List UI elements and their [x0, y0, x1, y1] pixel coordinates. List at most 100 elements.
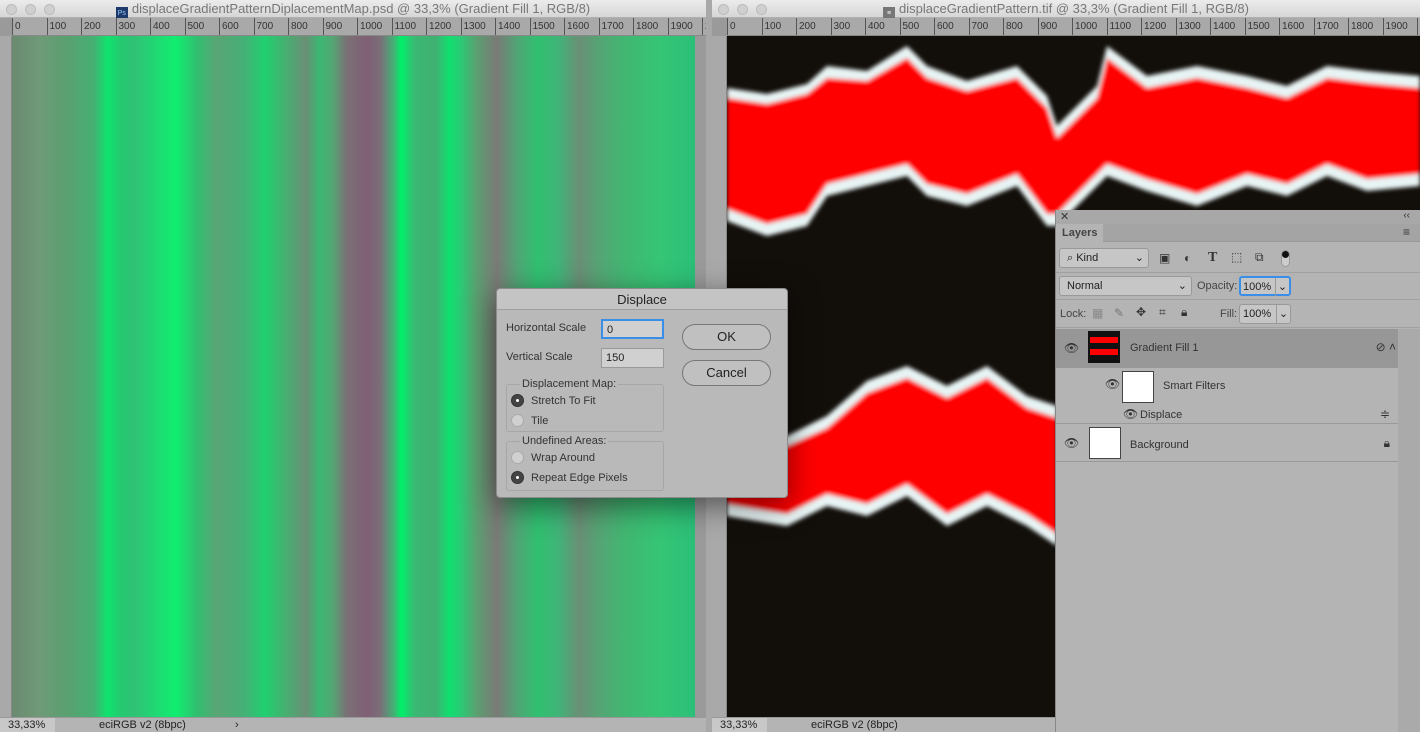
wrap-around-label[interactable]: Wrap Around — [531, 452, 595, 464]
opacity-label: Opacity: — [1197, 280, 1238, 292]
stretch-to-fit-label[interactable]: Stretch To Fit — [531, 395, 596, 407]
adjustment-layer-filter-icon[interactable]: ◐ — [1184, 251, 1191, 265]
visibility-eye-icon[interactable]: 👁︎ — [1105, 377, 1120, 391]
ruler-tick-label: 600 — [219, 18, 254, 35]
close-button[interactable] — [718, 4, 729, 15]
layer-background[interactable]: 👁︎ Background 🔒︎ — [1056, 424, 1398, 462]
type-layer-filter-icon[interactable]: T — [1208, 250, 1217, 266]
displace-filter-label[interactable]: Displace — [1140, 409, 1182, 421]
visibility-eye-icon[interactable]: 👁︎ — [1123, 407, 1138, 421]
repeat-edge-pixels-label[interactable]: Repeat Edge Pixels — [531, 472, 628, 484]
stretch-to-fit-radio[interactable] — [511, 394, 524, 407]
layers-panel: ✕ ‹‹ Layers ≡ ⌕ Kind ⌄ ▣ ◐ T ⬚ ⧉ Normal ⌄ … — [1055, 210, 1420, 732]
filter-blending-options-icon[interactable]: ≑ — [1380, 407, 1390, 421]
ruler-tick-label: 1300 — [1175, 18, 1211, 35]
left-title-bar[interactable]: Ps displaceGradientPatternDiplacementMap.… — [0, 0, 706, 20]
ruler-tick-label: 1400 — [1210, 18, 1245, 35]
minimize-button[interactable] — [25, 4, 36, 15]
color-profile: eciRGB v2 (8bpc) — [811, 719, 898, 731]
chevron-down-icon: ⌄ — [1177, 280, 1187, 292]
ruler-tick-label: 300 — [115, 18, 151, 35]
vertical-ruler[interactable] — [0, 36, 12, 717]
filter-kind-select[interactable]: ⌕ Kind ⌄ — [1059, 248, 1149, 268]
left-window-title: displaceGradientPatternDiplacementMap.ps… — [131, 1, 591, 16]
close-button[interactable] — [6, 4, 17, 15]
ruler-tick-label: 900 — [322, 18, 358, 35]
tile-radio[interactable] — [511, 414, 524, 427]
smart-object-filter-icon[interactable]: ⧉ — [1255, 250, 1264, 265]
collapse-panel-icon[interactable]: ‹‹ — [1403, 210, 1410, 221]
ruler-tick-label: 1600 — [564, 18, 599, 35]
ruler-tick-label: 1900 — [667, 18, 703, 35]
ruler-tick-label: 400 — [150, 18, 185, 35]
ruler-tick-label: 900 — [1037, 18, 1073, 35]
ruler-tick-label: 1700 — [598, 18, 634, 35]
vertical-scale-input[interactable]: 150 — [601, 348, 664, 368]
color-profile: eciRGB v2 (8bpc) — [99, 719, 186, 731]
opacity-value: 100% — [1243, 281, 1272, 293]
shape-layer-filter-icon[interactable]: ⬚ — [1231, 250, 1242, 264]
layer-name: Gradient Fill 1 — [1130, 342, 1199, 354]
ruler-tick-label: 0 — [12, 18, 47, 35]
horizontal-ruler[interactable]: 0 100 200 300 400 500 600 700 800 900 1000 1100 1200… — [12, 18, 706, 36]
zoom-button[interactable] — [756, 4, 767, 15]
ruler-tick-label: 1200 — [426, 18, 461, 35]
ruler-tick-label: 200 — [81, 18, 116, 35]
chevron-down-icon[interactable]: ⌄ — [1276, 305, 1290, 323]
lock-label: Lock: — [1060, 308, 1087, 320]
fill-value: 100% — [1243, 308, 1272, 320]
ruler-tick-label: 500 — [899, 18, 935, 35]
pixel-layer-filter-icon[interactable]: ▣ — [1159, 251, 1170, 265]
cancel-button[interactable]: Cancel — [682, 360, 771, 386]
fill-input[interactable]: 100% ⌄ — [1239, 304, 1291, 324]
ruler-tick-label: 600 — [934, 18, 969, 35]
ruler-tick-label: 1500 — [1244, 18, 1280, 35]
displacement-map-label: Displacement Map: — [520, 378, 619, 390]
lock-all-icon[interactable]: 🔒︎ — [1181, 305, 1187, 320]
lock-artboard-icon[interactable]: ⌗ — [1159, 305, 1166, 320]
ruler-tick-label: 500 — [184, 18, 220, 35]
zoom-level[interactable]: 33,33% — [712, 718, 767, 732]
minimize-button[interactable] — [737, 4, 748, 15]
lock-position-icon[interactable]: ✥ — [1136, 305, 1146, 319]
horizontal-ruler[interactable]: 0 100 200 300 400 500 600 700 800 900 1000 1100 1200… — [727, 18, 1420, 36]
chevron-down-icon[interactable]: ⌄ — [1275, 278, 1289, 296]
ruler-tick-label: 800 — [288, 18, 323, 35]
wrap-around-radio[interactable] — [511, 451, 524, 464]
ruler-tick-label: 1100 — [391, 18, 427, 35]
status-menu-arrow[interactable]: › — [235, 719, 239, 731]
tab-layers[interactable]: Layers — [1056, 224, 1103, 242]
ruler-tick-label: 1300 — [460, 18, 496, 35]
visibility-eye-icon[interactable]: 👁︎ — [1064, 436, 1079, 450]
zoom-button[interactable] — [44, 4, 55, 15]
ruler-tick-label: 700 — [253, 18, 289, 35]
panel-menu-icon[interactable]: ≡ — [1403, 225, 1410, 239]
filter-kind-value: Kind — [1076, 252, 1099, 264]
filter-toggle[interactable] — [1281, 250, 1290, 267]
ok-button[interactable]: OK — [682, 324, 771, 350]
close-panel-icon[interactable]: ✕ — [1060, 210, 1069, 223]
smart-filters-row[interactable]: 👁︎ Smart Filters 👁︎ Displace ≑ — [1056, 368, 1398, 424]
ruler-tick-label: 1400 — [495, 18, 530, 35]
displacement-map-group — [506, 384, 664, 432]
smart-object-icon: ⊘ ˄ — [1375, 340, 1396, 354]
zoom-level[interactable]: 33,33% — [0, 718, 55, 732]
layers-scrollbar[interactable] — [1398, 329, 1420, 732]
visibility-eye-icon[interactable]: 👁︎ — [1064, 341, 1079, 355]
ruler-tick-label: 20 — [702, 18, 706, 35]
lock-icon: 🔒︎ — [1383, 436, 1390, 450]
repeat-edge-pixels-radio[interactable] — [511, 471, 524, 484]
tile-label[interactable]: Tile — [531, 415, 548, 427]
layer-gradient-fill-1[interactable]: 👁︎ Gradient Fill 1 ⊘ ˄ — [1056, 329, 1398, 368]
lock-image-brush-icon[interactable]: ✎ — [1114, 306, 1124, 320]
blend-mode-select[interactable]: Normal ⌄ — [1059, 276, 1192, 296]
horizontal-scale-input[interactable]: 0 — [601, 319, 664, 339]
horizontal-scale-label: Horizontal Scale — [506, 322, 587, 334]
filter-mask-thumbnail — [1122, 371, 1154, 403]
opacity-input[interactable]: 100% ⌄ — [1239, 276, 1291, 296]
right-window-title: displaceGradientPattern.tif @ 33,3% (Gra… — [899, 1, 1249, 16]
right-title-bar[interactable]: ≡ displaceGradientPattern.tif @ 33,3% (Gr… — [712, 0, 1420, 20]
lock-transparent-icon[interactable]: ▦ — [1092, 306, 1103, 320]
layer-name: Background — [1130, 439, 1189, 451]
chevron-down-icon: ⌄ — [1134, 252, 1144, 264]
